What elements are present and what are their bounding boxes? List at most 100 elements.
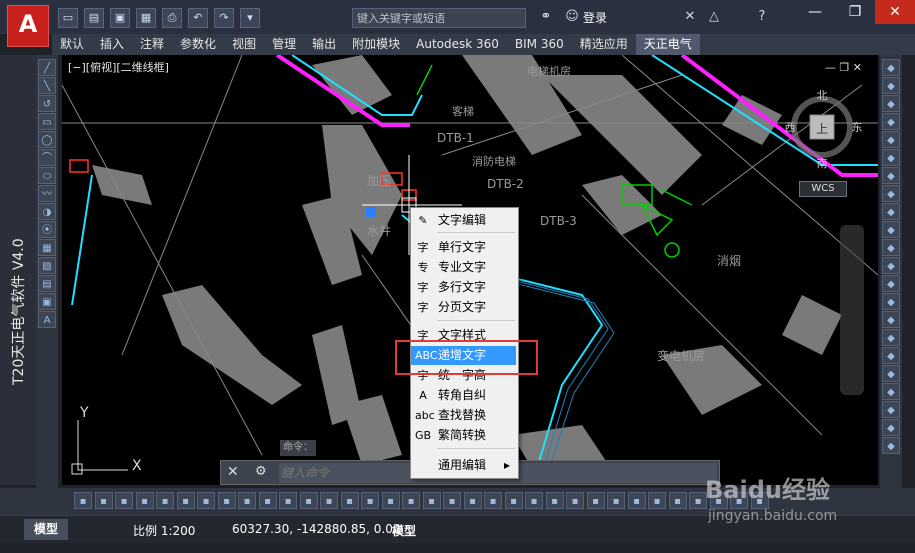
- model-space-toggle[interactable]: 模型: [392, 522, 416, 539]
- draw-tool-icon[interactable]: 〰: [38, 185, 56, 202]
- customize-dropdown-icon[interactable]: ▾: [240, 8, 260, 28]
- context-menu-item[interactable]: 字分页文字: [411, 298, 516, 317]
- modify-tool-icon[interactable]: ◆: [882, 329, 900, 346]
- context-menu-item[interactable]: abc 查找替换: [411, 406, 516, 425]
- bottom-tool-icon[interactable]: ▪: [443, 492, 461, 509]
- viewcube-top[interactable]: 上: [816, 122, 828, 136]
- bottom-tool-icon[interactable]: ▪: [668, 492, 687, 509]
- compass-east[interactable]: 东: [852, 121, 863, 134]
- context-menu-item[interactable]: GB 繁简转换: [411, 426, 516, 445]
- modify-tool-icon[interactable]: ◆: [882, 203, 900, 220]
- modify-tool-icon[interactable]: ◆: [882, 185, 900, 202]
- bottom-tool-icon[interactable]: ▪: [135, 492, 154, 509]
- print-icon[interactable]: ⎙: [162, 8, 182, 28]
- tab-11[interactable]: 天正电气: [635, 34, 700, 55]
- search-input[interactable]: 键入关键字或短语: [352, 8, 526, 28]
- bottom-tool-icon[interactable]: ▪: [484, 492, 502, 509]
- modify-tool-icon[interactable]: ◆: [882, 383, 900, 400]
- bottom-tool-icon[interactable]: ▪: [94, 492, 113, 509]
- modify-tool-icon[interactable]: ◆: [882, 221, 900, 238]
- tab-1[interactable]: 插入: [92, 34, 132, 55]
- modify-tool-icon[interactable]: ◆: [882, 365, 900, 382]
- draw-tool-icon[interactable]: ╱: [38, 59, 56, 76]
- modify-tool-icon[interactable]: ◆: [882, 77, 900, 94]
- context-menu-item[interactable]: 通用编辑 ▸: [411, 456, 516, 475]
- draw-tool-icon[interactable]: ▤: [38, 275, 56, 292]
- draw-tool-icon[interactable]: ╲: [38, 77, 56, 94]
- draw-tool-icon[interactable]: ▭: [38, 113, 56, 130]
- context-menu-item[interactable]: A 转角自纠: [411, 386, 516, 405]
- bottom-tool-icon[interactable]: ▪: [115, 492, 133, 509]
- modify-tool-icon[interactable]: ◆: [882, 401, 900, 418]
- bottom-tool-icon[interactable]: ▪: [299, 492, 318, 509]
- redo-icon[interactable]: ↷: [214, 8, 234, 28]
- navigation-bar[interactable]: [840, 225, 864, 395]
- command-close-icon[interactable]: ✕: [227, 464, 239, 480]
- tab-2[interactable]: 注释: [132, 34, 172, 55]
- command-history-tab[interactable]: 命令：: [280, 440, 316, 456]
- tab-7[interactable]: 附加模块: [344, 34, 408, 55]
- draw-tool-icon[interactable]: A: [38, 311, 56, 328]
- modify-tool-icon[interactable]: ◆: [882, 131, 900, 148]
- bottom-tool-icon[interactable]: ▪: [648, 492, 666, 509]
- viewport-window-buttons[interactable]: — ❐ ✕: [825, 61, 862, 74]
- modify-tool-icon[interactable]: ◆: [882, 419, 900, 436]
- bottom-tool-icon[interactable]: ▪: [217, 492, 236, 509]
- bottom-tool-icon[interactable]: ▪: [381, 492, 400, 509]
- modify-tool-icon[interactable]: ◆: [882, 311, 900, 328]
- modify-tool-icon[interactable]: ◆: [882, 239, 900, 256]
- open-file-icon[interactable]: ▤: [84, 8, 104, 28]
- modify-tool-icon[interactable]: ◆: [882, 149, 900, 166]
- bottom-tool-icon[interactable]: ▪: [361, 492, 379, 509]
- autodesk-icon[interactable]: △: [702, 7, 726, 27]
- exchange-icon[interactable]: ✕: [678, 7, 702, 27]
- tab-4[interactable]: 视图: [224, 34, 264, 55]
- bottom-tool-icon[interactable]: ▪: [156, 492, 174, 509]
- modify-tool-icon[interactable]: ◆: [882, 275, 900, 292]
- bottom-tool-icon[interactable]: ▪: [197, 492, 215, 509]
- tab-5[interactable]: 管理: [264, 34, 304, 55]
- app-logo[interactable]: A: [7, 5, 49, 47]
- bottom-tool-icon[interactable]: ▪: [402, 492, 420, 509]
- modify-tool-icon[interactable]: ◆: [882, 293, 900, 310]
- minimize-button[interactable]: —: [795, 0, 835, 24]
- bottom-tool-icon[interactable]: ▪: [566, 492, 584, 509]
- draw-tool-icon[interactable]: ◯: [38, 131, 56, 148]
- tab-0[interactable]: 默认: [52, 34, 92, 55]
- draw-tool-icon[interactable]: ▦: [38, 239, 56, 256]
- login-button[interactable]: 登录: [583, 9, 607, 26]
- command-customize-icon[interactable]: ⚙: [255, 464, 267, 479]
- undo-icon[interactable]: ↶: [188, 8, 208, 28]
- bottom-tool-icon[interactable]: ▪: [504, 492, 523, 509]
- binoculars-icon[interactable]: ⚭: [534, 7, 558, 27]
- modify-tool-icon[interactable]: ◆: [882, 167, 900, 184]
- compass-west[interactable]: 西: [785, 121, 796, 134]
- model-tab[interactable]: 模型: [24, 519, 69, 540]
- draw-tool-icon[interactable]: ▣: [38, 293, 56, 310]
- modify-tool-icon[interactable]: ◆: [882, 113, 900, 130]
- bottom-tool-icon[interactable]: ▪: [545, 492, 564, 509]
- modify-tool-icon[interactable]: ◆: [882, 347, 900, 364]
- draw-tool-icon[interactable]: ▨: [38, 257, 56, 274]
- bottom-tool-icon[interactable]: ▪: [607, 492, 625, 509]
- bottom-tool-icon[interactable]: ▪: [279, 492, 297, 509]
- new-file-icon[interactable]: ▭: [58, 8, 78, 28]
- bottom-tool-icon[interactable]: ▪: [176, 492, 195, 509]
- modify-tool-icon[interactable]: ◆: [882, 257, 900, 274]
- tab-3[interactable]: 参数化: [172, 34, 224, 55]
- tab-8[interactable]: Autodesk 360: [408, 34, 507, 55]
- bottom-tool-icon[interactable]: ▪: [586, 492, 605, 509]
- tab-10[interactable]: 精选应用: [572, 34, 636, 55]
- viewport-label[interactable]: [−][俯视][二维线框]: [68, 59, 169, 75]
- bottom-tool-icon[interactable]: ▪: [422, 492, 441, 509]
- bottom-tool-icon[interactable]: ▪: [320, 492, 338, 509]
- bottom-tool-icon[interactable]: ▪: [463, 492, 482, 509]
- draw-tool-icon[interactable]: ⬭: [38, 167, 56, 184]
- draw-tool-icon[interactable]: ⌒: [38, 149, 56, 166]
- compass-south[interactable]: 南: [817, 157, 828, 170]
- wcs-menu[interactable]: WCS: [799, 181, 847, 197]
- context-menu-item[interactable]: 字单行文字: [411, 238, 516, 257]
- modify-tool-icon[interactable]: ◆: [882, 437, 900, 454]
- compass-north[interactable]: 北: [817, 89, 828, 102]
- tab-6[interactable]: 输出: [304, 34, 344, 55]
